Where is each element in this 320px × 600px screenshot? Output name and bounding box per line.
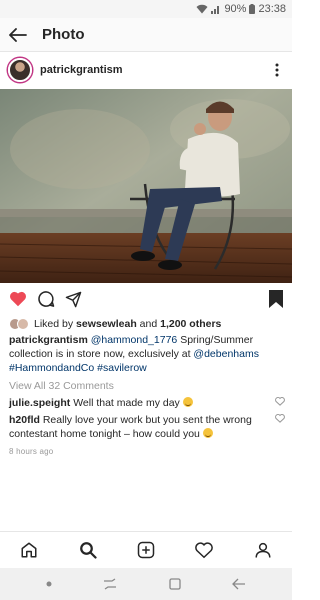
bottom-nav xyxy=(0,531,292,568)
grinning-emoji-icon xyxy=(202,428,213,438)
wifi-icon xyxy=(196,4,208,14)
back-arrow-icon xyxy=(9,27,27,42)
post-timestamp: 8 hours ago xyxy=(9,447,54,456)
comment-like-icon[interactable] xyxy=(275,414,285,423)
comment: julie.speight Well that made my day xyxy=(9,396,285,410)
comment-username[interactable]: julie.speight xyxy=(9,397,70,409)
view-all-comments-link[interactable]: View All 32 Comments xyxy=(9,380,114,392)
post-actions xyxy=(0,287,292,311)
comment-username[interactable]: h20fld xyxy=(9,414,40,426)
back-nav-icon[interactable] xyxy=(232,578,246,590)
page-title: Photo xyxy=(42,26,85,43)
clock: 23:38 xyxy=(258,3,286,15)
post-photo[interactable] xyxy=(0,89,292,283)
nav-home[interactable] xyxy=(11,535,47,565)
battery-icon xyxy=(249,4,256,14)
likes-others[interactable]: 1,200 others xyxy=(160,318,221,330)
heart-filled-icon[interactable] xyxy=(9,291,27,307)
comment-icon[interactable] xyxy=(37,290,55,308)
battery-percent: 90% xyxy=(224,3,247,15)
app-header: Photo xyxy=(0,18,292,52)
signal-icon xyxy=(211,4,221,14)
back-button[interactable] xyxy=(0,18,36,52)
post-username[interactable]: patrickgrantism xyxy=(40,64,123,76)
more-options-button[interactable] xyxy=(270,60,284,80)
comment-like-icon[interactable] xyxy=(275,397,285,406)
status-bar: 90% 23:38 xyxy=(0,0,292,18)
share-icon[interactable] xyxy=(65,291,82,308)
comment: h20fld Really love your work but you sen… xyxy=(9,413,285,441)
nav-search[interactable] xyxy=(70,535,106,565)
android-nav-bar xyxy=(0,568,292,600)
recents-icon[interactable] xyxy=(103,578,117,590)
more-vertical-icon xyxy=(275,63,279,77)
caption-username[interactable]: patrickgrantism xyxy=(9,334,88,346)
profile-icon xyxy=(255,542,271,558)
likes-prefix: Liked by xyxy=(34,318,74,330)
post-caption: patrickgrantism @hammond_1776 Spring/Sum… xyxy=(9,333,287,375)
comment-text: Well that made my day xyxy=(73,397,180,409)
new-post-icon xyxy=(137,541,155,559)
likes-joiner: and xyxy=(139,318,158,330)
caption-mention-hammond[interactable]: @hammond_1776 xyxy=(91,334,178,346)
bookmark-filled-icon[interactable] xyxy=(269,290,283,308)
nav-activity[interactable] xyxy=(186,535,222,565)
post-header: patrickgrantism xyxy=(0,53,292,87)
search-icon xyxy=(79,542,97,559)
activity-icon xyxy=(195,541,214,558)
comment-text: Really love your work but you sent the w… xyxy=(9,414,252,440)
nav-new-post[interactable] xyxy=(128,535,164,565)
caption-mention-debenhams[interactable]: @debenhams xyxy=(193,348,259,360)
home-square-icon[interactable] xyxy=(169,578,181,590)
avatar[interactable] xyxy=(8,58,32,82)
caption-hashtag-hammondandco[interactable]: #HammondandCo xyxy=(9,362,94,374)
caption-hashtag-savilerow[interactable]: #savilerow xyxy=(97,362,147,374)
likes-summary[interactable]: Liked by sewsewleah and 1,200 others xyxy=(9,316,285,332)
liker-avatars xyxy=(9,318,29,330)
grinning-emoji-icon xyxy=(182,397,193,407)
dot-icon[interactable] xyxy=(46,581,52,587)
nav-profile[interactable] xyxy=(245,535,281,565)
liker-username[interactable]: sewsewleah xyxy=(76,318,137,330)
home-icon xyxy=(21,542,37,558)
